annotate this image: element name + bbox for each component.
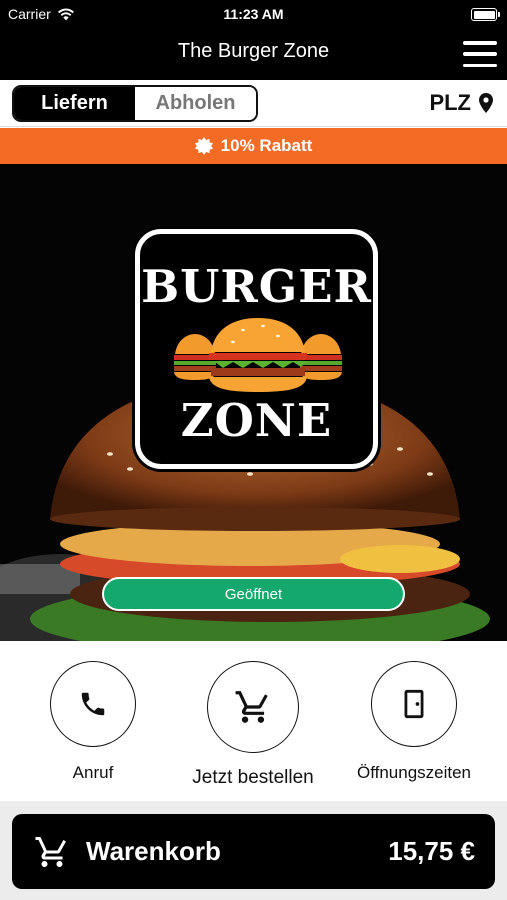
postal-code-label: PLZ	[429, 90, 471, 115]
burger-logo-icon	[174, 318, 342, 392]
cart-area: Warenkorb 15,75 €	[0, 801, 507, 900]
postal-code-button[interactable]: PLZ	[429, 90, 493, 116]
open-status-badge[interactable]: Geöffnet	[102, 577, 405, 611]
tab-pickup[interactable]: Abholen	[135, 87, 256, 120]
call-button[interactable]: Anruf	[18, 661, 168, 783]
clock: 11:23 AM	[223, 6, 284, 22]
delivery-mode-toggle: Liefern Abholen	[12, 85, 258, 122]
order-now-button[interactable]: Jetzt bestellen	[178, 661, 328, 789]
hours-circle	[371, 661, 457, 747]
page-title: The Burger Zone	[177, 40, 330, 62]
status-bar: Carrier 11:23 AM	[0, 0, 507, 30]
tab-delivery[interactable]: Liefern	[14, 87, 135, 120]
nav-bar: The Burger Zone	[0, 30, 507, 80]
discount-text: 10% Rabatt	[220, 136, 313, 155]
order-mode-bar: Liefern Abholen PLZ	[0, 80, 507, 127]
cart-button[interactable]: Warenkorb 15,75 €	[12, 814, 495, 889]
order-circle	[207, 661, 299, 753]
hamburger-menu-icon[interactable]	[463, 41, 497, 67]
discount-banner[interactable]: 10% Rabatt	[0, 128, 507, 164]
logo-text-top: BURGER	[141, 260, 372, 313]
badge-icon	[194, 137, 213, 155]
hero-image: BURGER ZONE Geöffnet	[0, 164, 507, 641]
cart-icon	[35, 836, 66, 867]
opening-hours-button[interactable]: Öffnungszeiten	[339, 661, 489, 783]
call-circle	[50, 661, 136, 747]
order-now-label: Jetzt bestellen	[192, 767, 314, 788]
door-icon	[404, 689, 424, 719]
phone-icon	[81, 692, 105, 716]
quick-actions: Anruf Jetzt bestellen Öffnungszeiten	[0, 641, 507, 801]
location-pin-icon	[479, 93, 493, 113]
call-label: Anruf	[72, 763, 114, 782]
logo-text-bottom: ZONE	[180, 394, 333, 447]
battery-icon	[471, 8, 500, 21]
cart-label: Warenkorb	[86, 836, 221, 866]
restaurant-logo: BURGER ZONE	[135, 229, 378, 469]
shopping-cart-icon	[235, 691, 268, 723]
opening-hours-label: Öffnungszeiten	[356, 763, 472, 782]
cart-total: 15,75 €	[388, 836, 475, 866]
